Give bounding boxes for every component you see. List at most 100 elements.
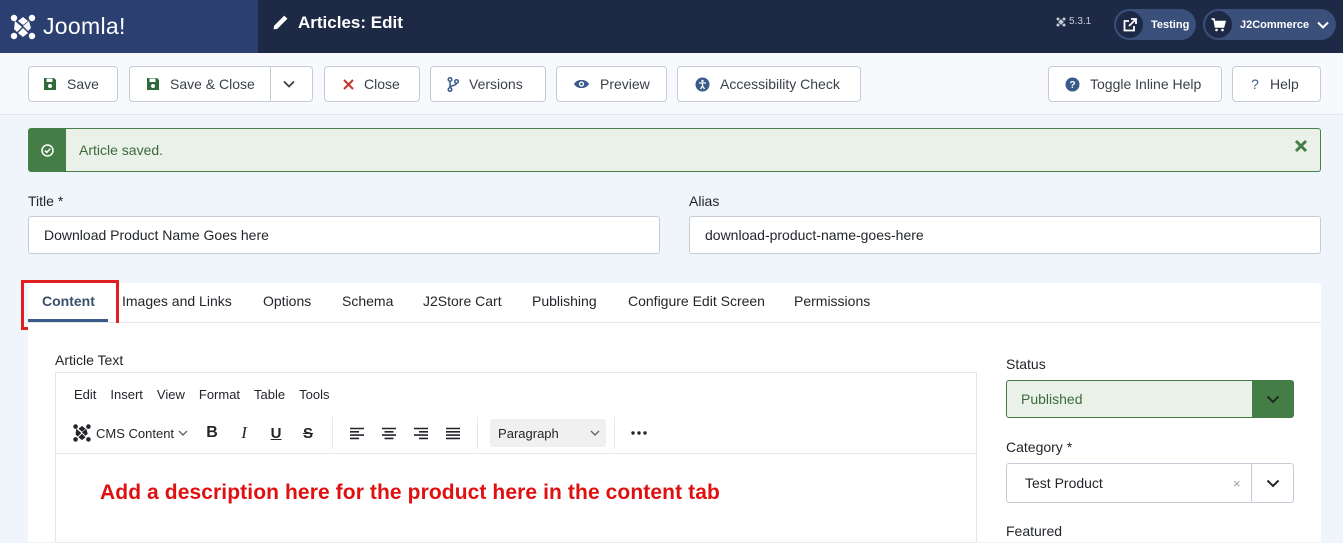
help-button[interactable]: ? Help	[1232, 66, 1321, 102]
floppy-icon	[43, 77, 57, 91]
chevron-down-icon	[1252, 381, 1293, 417]
align-right-icon[interactable]	[405, 418, 437, 448]
category-value: Test Product	[1025, 475, 1103, 491]
save-label: Save	[67, 76, 99, 92]
menu-edit[interactable]: Edit	[74, 387, 96, 402]
bold-icon[interactable]: B	[196, 418, 228, 448]
svg-text:?: ?	[1069, 80, 1075, 91]
page-title-text: Articles: Edit	[298, 12, 403, 32]
versions-label: Versions	[469, 76, 523, 92]
menu-tools[interactable]: Tools	[299, 387, 329, 402]
close-icon	[343, 78, 354, 90]
block-format-select[interactable]: Paragraph	[490, 419, 607, 447]
eye-icon	[573, 78, 590, 90]
accessibility-label: Accessibility Check	[720, 76, 840, 92]
joomla-small-icon	[1056, 17, 1066, 26]
site-link-label: Testing	[1151, 18, 1190, 31]
strikethrough-icon[interactable]: S	[292, 418, 324, 448]
editor-toolbar: CMS Content B I U S Paragraph	[68, 417, 966, 449]
tab-options[interactable]: Options	[263, 293, 311, 309]
floppy-icon	[146, 77, 160, 91]
tab-images-and-links[interactable]: Images and Links	[122, 293, 232, 309]
alert-message: Article saved.	[79, 142, 164, 158]
status-label: Status	[1006, 356, 1046, 372]
category-select[interactable]: Test Product ×	[1006, 463, 1294, 503]
cms-content-label: CMS Content	[96, 425, 175, 441]
underline-icon[interactable]: U	[260, 418, 292, 448]
versions-button[interactable]: Versions	[430, 66, 546, 102]
success-alert: Article saved.	[28, 128, 1321, 172]
menu-insert[interactable]: Insert	[110, 387, 143, 402]
featured-label: Featured	[1006, 523, 1063, 539]
cart-icon	[1205, 11, 1232, 38]
cms-content-button[interactable]: CMS Content	[68, 418, 192, 448]
align-left-icon[interactable]	[341, 418, 373, 448]
chevron-down-icon	[1317, 21, 1329, 29]
check-circle-icon	[29, 129, 66, 171]
toggle-inline-help-button[interactable]: ? Toggle Inline Help	[1048, 66, 1222, 102]
menu-table[interactable]: Table	[254, 387, 285, 402]
article-text-label: Article Text	[55, 352, 124, 368]
toolbar-separator	[614, 417, 616, 449]
preview-button[interactable]: Preview	[556, 66, 667, 102]
question-circle-icon: ?	[1065, 77, 1080, 92]
tab-j2store-cart[interactable]: J2Store Cart	[423, 293, 502, 309]
align-justify-icon[interactable]	[437, 418, 469, 448]
title-input[interactable]: Download Product Name Goes here	[28, 216, 660, 254]
save-button[interactable]: Save	[28, 66, 118, 102]
user-menu-button[interactable]: J2Commerce	[1203, 9, 1336, 40]
tab-permissions[interactable]: Permissions	[794, 293, 870, 309]
svg-text:?: ?	[1251, 77, 1259, 91]
question-icon: ?	[1250, 77, 1260, 91]
user-menu-label: J2Commerce	[1240, 18, 1310, 31]
alias-label: Alias	[689, 193, 720, 209]
page-title: Articles: Edit	[272, 0, 403, 45]
button-divider	[270, 67, 271, 101]
tab-publishing[interactable]: Publishing	[532, 293, 597, 309]
rich-text-editor: Edit Insert View Format Table Tools CMS …	[55, 372, 977, 542]
external-link-icon	[1116, 11, 1143, 38]
menu-view[interactable]: View	[157, 387, 185, 402]
joomla-logo[interactable]: Joomla!	[0, 0, 258, 53]
accessibility-check-button[interactable]: Accessibility Check	[677, 66, 861, 102]
version-badge: 5.3.1	[1056, 16, 1091, 27]
close-button[interactable]: Close	[324, 66, 420, 102]
clear-icon[interactable]: ×	[1233, 476, 1241, 491]
save-close-label: Save & Close	[170, 76, 255, 92]
pencil-icon	[273, 15, 288, 30]
alias-input[interactable]: download-product-name-goes-here	[689, 216, 1321, 254]
close-label: Close	[364, 76, 400, 92]
menu-format[interactable]: Format	[199, 387, 240, 402]
logo-text: Joomla!	[43, 13, 126, 39]
block-format-value: Paragraph	[498, 425, 559, 441]
italic-icon[interactable]: I	[228, 418, 260, 448]
toolbar-separator	[477, 417, 479, 449]
title-label: Title *	[28, 193, 64, 209]
more-icon[interactable]	[623, 418, 655, 448]
annotation-text: Add a description here for the product h…	[100, 481, 720, 504]
editor-content-area[interactable]: Add a description here for the product h…	[56, 453, 976, 543]
chevron-down-icon	[1251, 464, 1293, 502]
chevron-down-icon[interactable]	[282, 77, 296, 91]
save-close-button[interactable]: Save & Close	[129, 66, 313, 102]
accessibility-icon	[695, 77, 710, 92]
status-value: Published	[1021, 391, 1083, 407]
tab-configure-edit-screen[interactable]: Configure Edit Screen	[628, 293, 765, 309]
version-text: 5.3.1	[1069, 16, 1092, 27]
toolbar-separator	[332, 417, 334, 449]
category-label: Category *	[1006, 439, 1073, 455]
action-toolbar: Save Save & Close Close Versions Preview…	[0, 53, 1343, 115]
toggle-help-label: Toggle Inline Help	[1090, 76, 1202, 92]
code-branch-icon	[447, 76, 459, 92]
joomla-icon	[73, 424, 91, 442]
joomla-icon	[10, 14, 36, 39]
preview-label: Preview	[600, 76, 650, 92]
top-header: Joomla! Articles: Edit 5.3.1 Testing J2C…	[0, 0, 1343, 53]
edit-tabs: Content Images and Links Options Schema …	[28, 283, 1321, 323]
editor-menubar: Edit Insert View Format Table Tools	[74, 387, 329, 402]
alert-close-icon[interactable]	[1294, 139, 1308, 153]
tab-schema[interactable]: Schema	[342, 293, 393, 309]
site-link-button[interactable]: Testing	[1114, 9, 1196, 40]
status-select[interactable]: Published	[1006, 380, 1294, 418]
align-center-icon[interactable]	[373, 418, 405, 448]
